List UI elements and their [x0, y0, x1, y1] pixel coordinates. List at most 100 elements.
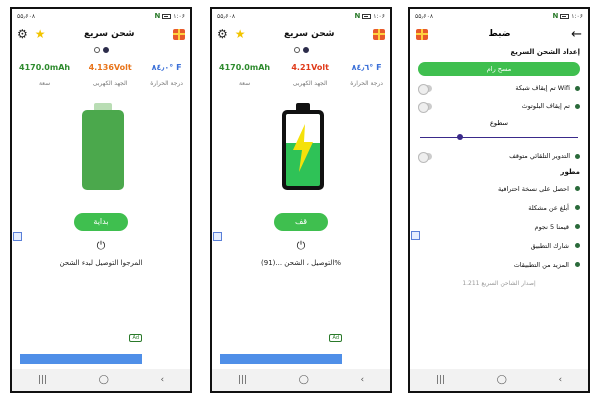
menu-item-more-apps[interactable]: المزيد من التطبيقات: [410, 255, 588, 274]
system-nav-bar: ||| ◯ ‹: [410, 369, 588, 391]
battery-graphic: [212, 103, 390, 213]
app-bar: ضبط ←: [410, 23, 588, 45]
system-nav-bar: ||| ◯ ‹: [12, 369, 190, 391]
menu-item-label: شارك التطبيق: [530, 241, 569, 250]
temperature-value: ۸٤٫٠° F: [151, 63, 182, 72]
menu-item-share[interactable]: شارك التطبيق: [410, 236, 588, 255]
stat-capacity: 4170.0mAh سعة: [219, 63, 270, 87]
menu-item-rate[interactable]: قيمنا 5 نجوم: [410, 217, 588, 236]
status-time-left: ۵۵٫۶۰۸: [17, 12, 36, 20]
voltage-value: 4.136Volt: [88, 63, 132, 72]
gift-icon[interactable]: [372, 28, 385, 40]
bullet-icon: [575, 103, 580, 109]
back-button[interactable]: ‹: [361, 375, 365, 385]
brightness-label: سطوع: [489, 119, 508, 127]
page-title: ضبط: [488, 29, 511, 39]
ad-badge: Ad: [129, 334, 142, 342]
status-time: ۱:۰۶: [373, 12, 385, 20]
slider-thumb[interactable]: [456, 134, 463, 140]
gift-icon[interactable]: [416, 28, 428, 40]
recents-button[interactable]: |||: [38, 375, 47, 385]
charge-message: التوصيل ، الشحن ...(91)%: [261, 259, 341, 267]
screen-main-idle: ۵۵٫۶۰۸ N ۱:۰۶ ⚙ ★ شحن سريع 4170.0mAh سعة…: [10, 7, 192, 393]
bullet-icon: [575, 85, 580, 91]
recents-button[interactable]: |||: [436, 375, 445, 385]
gear-icon[interactable]: ⚙: [17, 28, 28, 40]
plug-icon: ⏻: [96, 239, 106, 252]
home-button[interactable]: ◯: [497, 375, 507, 385]
temperature-label: درجة الحرارة: [150, 80, 183, 87]
page-dot-active[interactable]: [302, 47, 309, 53]
wifi-label: تم إيقاف شبكة Wifi: [515, 84, 570, 92]
bullet-icon: [575, 205, 580, 210]
charge-message: المرجوا التوصيل لبدء الشحن: [59, 259, 143, 267]
page-title: شحن سريع: [83, 29, 135, 39]
page-dot[interactable]: [93, 47, 100, 53]
battery-graphic: [12, 103, 190, 213]
battery-status-icon: [362, 13, 372, 19]
bullet-icon: [575, 262, 580, 267]
status-time-left: ۵۵٫۶۰۸: [415, 12, 434, 20]
bullet-icon: [575, 243, 580, 248]
plug-icon: ⏻: [296, 239, 306, 252]
stat-temperature: ۸٤٫٠° F درجة الحرارة: [150, 63, 183, 87]
ad-badge: Ad: [329, 334, 342, 342]
menu-item-report[interactable]: أبلغ عن مشكلة: [410, 198, 588, 217]
auto-rotate-toggle[interactable]: [418, 151, 432, 163]
home-button[interactable]: ◯: [99, 375, 109, 385]
capacity-label: سعة: [38, 80, 51, 87]
back-button[interactable]: ‹: [161, 375, 165, 385]
section-developer: مطور: [560, 168, 580, 176]
status-time: ۱:۰۶: [571, 12, 583, 20]
star-icon[interactable]: ★: [35, 28, 46, 40]
page-dot[interactable]: [293, 47, 300, 53]
lightning-bolt-icon: [293, 124, 313, 172]
status-time-left: ۵۵٫۶۰۸: [217, 12, 236, 20]
ad-bar: [20, 354, 142, 364]
page-dot-active[interactable]: [102, 47, 109, 53]
side-panel-icon[interactable]: [13, 232, 22, 241]
bullet-icon: [575, 224, 580, 229]
app-bar: ⚙ ★ شحن سريع: [212, 23, 390, 45]
slider-track: [420, 137, 578, 138]
start-button[interactable]: بداية: [74, 213, 128, 231]
side-panel-icon[interactable]: [411, 231, 420, 240]
battery-body: [82, 110, 124, 190]
page-indicator: [12, 47, 190, 53]
status-bar: ۵۵٫۶۰۸ N ۱:۰۶: [410, 9, 588, 23]
capacity-value: 4170.0mAh: [19, 63, 71, 72]
bluetooth-toggle[interactable]: [418, 101, 432, 113]
battery-body: [282, 110, 324, 190]
temperature-value: ۸٤٫٦° F: [351, 63, 382, 72]
voltage-label: الجهد الكهربى: [92, 80, 128, 87]
page-indicator: [212, 47, 390, 53]
menu-item-label: أبلغ عن مشكلة: [528, 203, 569, 212]
gear-icon[interactable]: ⚙: [217, 28, 228, 40]
battery-status-icon: [560, 13, 570, 19]
menu-item-pro[interactable]: احصل على نسخة احترافية: [410, 179, 588, 198]
stat-temperature: ۸٤٫٦° F درجة الحرارة: [350, 63, 383, 87]
setting-bluetooth[interactable]: تم إيقاف البلوتوث: [410, 97, 588, 115]
side-panel-icon[interactable]: [213, 232, 222, 241]
stop-button[interactable]: قف: [274, 213, 328, 231]
clear-ram-button[interactable]: مسح رام: [418, 62, 580, 76]
ad-banner[interactable]: Ad: [20, 334, 142, 364]
gift-icon[interactable]: [172, 28, 185, 40]
battery-stats: 4170.0mAh سعة 4.136Volt الجهد الكهربى ۸٤…: [12, 63, 190, 87]
version-text: إصدار الشاحن السريع 1.211: [462, 280, 536, 287]
bullet-icon: [575, 153, 580, 159]
stat-capacity: 4170.0mAh سعة: [19, 63, 70, 87]
star-icon[interactable]: ★: [235, 28, 246, 40]
app-bar: ⚙ ★ شحن سريع: [12, 23, 190, 45]
page-title: شحن سريع: [283, 29, 335, 39]
wifi-toggle[interactable]: [418, 83, 432, 95]
recents-button[interactable]: |||: [238, 375, 247, 385]
brightness-slider[interactable]: [420, 133, 578, 143]
setting-auto-rotate[interactable]: التدوير التلقائي متوقف: [410, 147, 588, 165]
setting-wifi[interactable]: تم إيقاف شبكة Wifi: [410, 79, 588, 97]
back-button[interactable]: ‹: [559, 375, 563, 385]
battery-fill: [286, 114, 320, 186]
arrow-left-icon[interactable]: ←: [571, 27, 582, 42]
ad-banner[interactable]: Ad: [220, 334, 342, 364]
home-button[interactable]: ◯: [299, 375, 309, 385]
